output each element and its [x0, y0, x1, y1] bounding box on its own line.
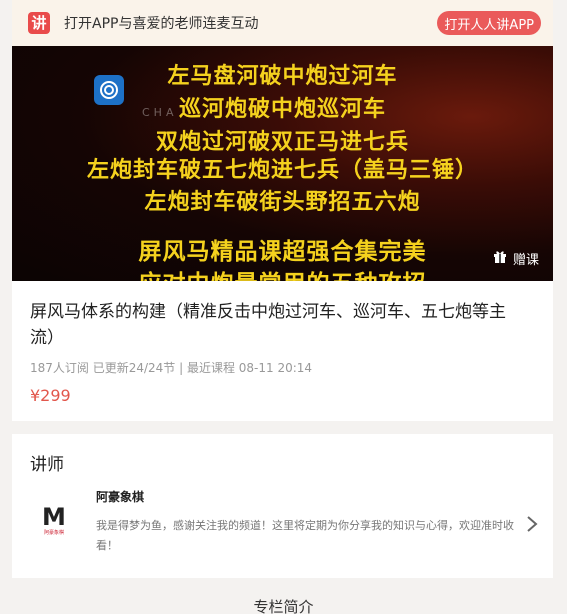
open-app-button[interactable]: 打开人人讲APP — [437, 11, 541, 35]
course-price: ¥299 — [30, 386, 71, 405]
cover-text-line: 屏风马精品课超强合集完美 — [138, 239, 427, 265]
avatar-letter: M — [42, 503, 66, 531]
course-info-card: 屏风马体系的构建（精准反击中炮过河车、巡河车、五七炮等主流） 187人订阅 已更… — [12, 281, 553, 421]
column-intro-heading: 专栏简介 — [253, 598, 314, 614]
gift-label: 赠课 — [512, 252, 539, 268]
app-download-banner[interactable]: 讲 打开APP与喜爱的老师连麦互动 打开人人讲APP — [12, 0, 553, 46]
course-meta: 187人订阅 已更新24/24节 | 最近课程 08-11 20:14 — [30, 361, 313, 375]
gift-course-badge[interactable]: 赠课 — [493, 248, 539, 268]
banner-promo-text: 打开APP与喜爱的老师连麦互动 — [64, 16, 259, 32]
chevron-right-icon[interactable] — [525, 514, 539, 534]
teacher-section-heading: 讲师 — [30, 455, 64, 475]
app-logo-icon: 讲 — [28, 12, 50, 34]
teacher-name[interactable]: 阿豪象棋 — [96, 488, 144, 505]
gift-icon — [493, 249, 507, 267]
course-title: 屏风马体系的构建（精准反击中炮过河车、巡河车、五七炮等主流） — [30, 302, 506, 348]
avatar[interactable]: M 阿豪象棋 — [34, 504, 74, 548]
watermark-logo-icon — [94, 75, 124, 105]
avatar-caption: 阿豪象棋 — [43, 530, 64, 536]
cover-text-line: 左炮封车破五七炮进七兵（盖马三锤） — [86, 158, 478, 183]
cover-text-line: 应对中炮最常用的五种攻招 — [12, 264, 553, 281]
watermark-text: CHA — [142, 106, 178, 119]
cover-text-line: 左炮封车破街头野招五六炮 — [144, 190, 421, 215]
course-cover-image[interactable]: 左马盘河破中炮过河车 巡河炮破中炮巡河车 双炮过河破双正马进七兵 左炮封车破五七… — [12, 46, 553, 281]
teacher-bio: 我是得梦为鱼，感谢关注我的频道！这里将定期为你分享我的知识与心得，欢迎准时收看！ — [96, 519, 514, 552]
teacher-card[interactable]: 讲师 M 阿豪象棋 阿豪象棋 我是得梦为鱼，感谢关注我的频道！这里将定期为你分享… — [12, 434, 553, 578]
